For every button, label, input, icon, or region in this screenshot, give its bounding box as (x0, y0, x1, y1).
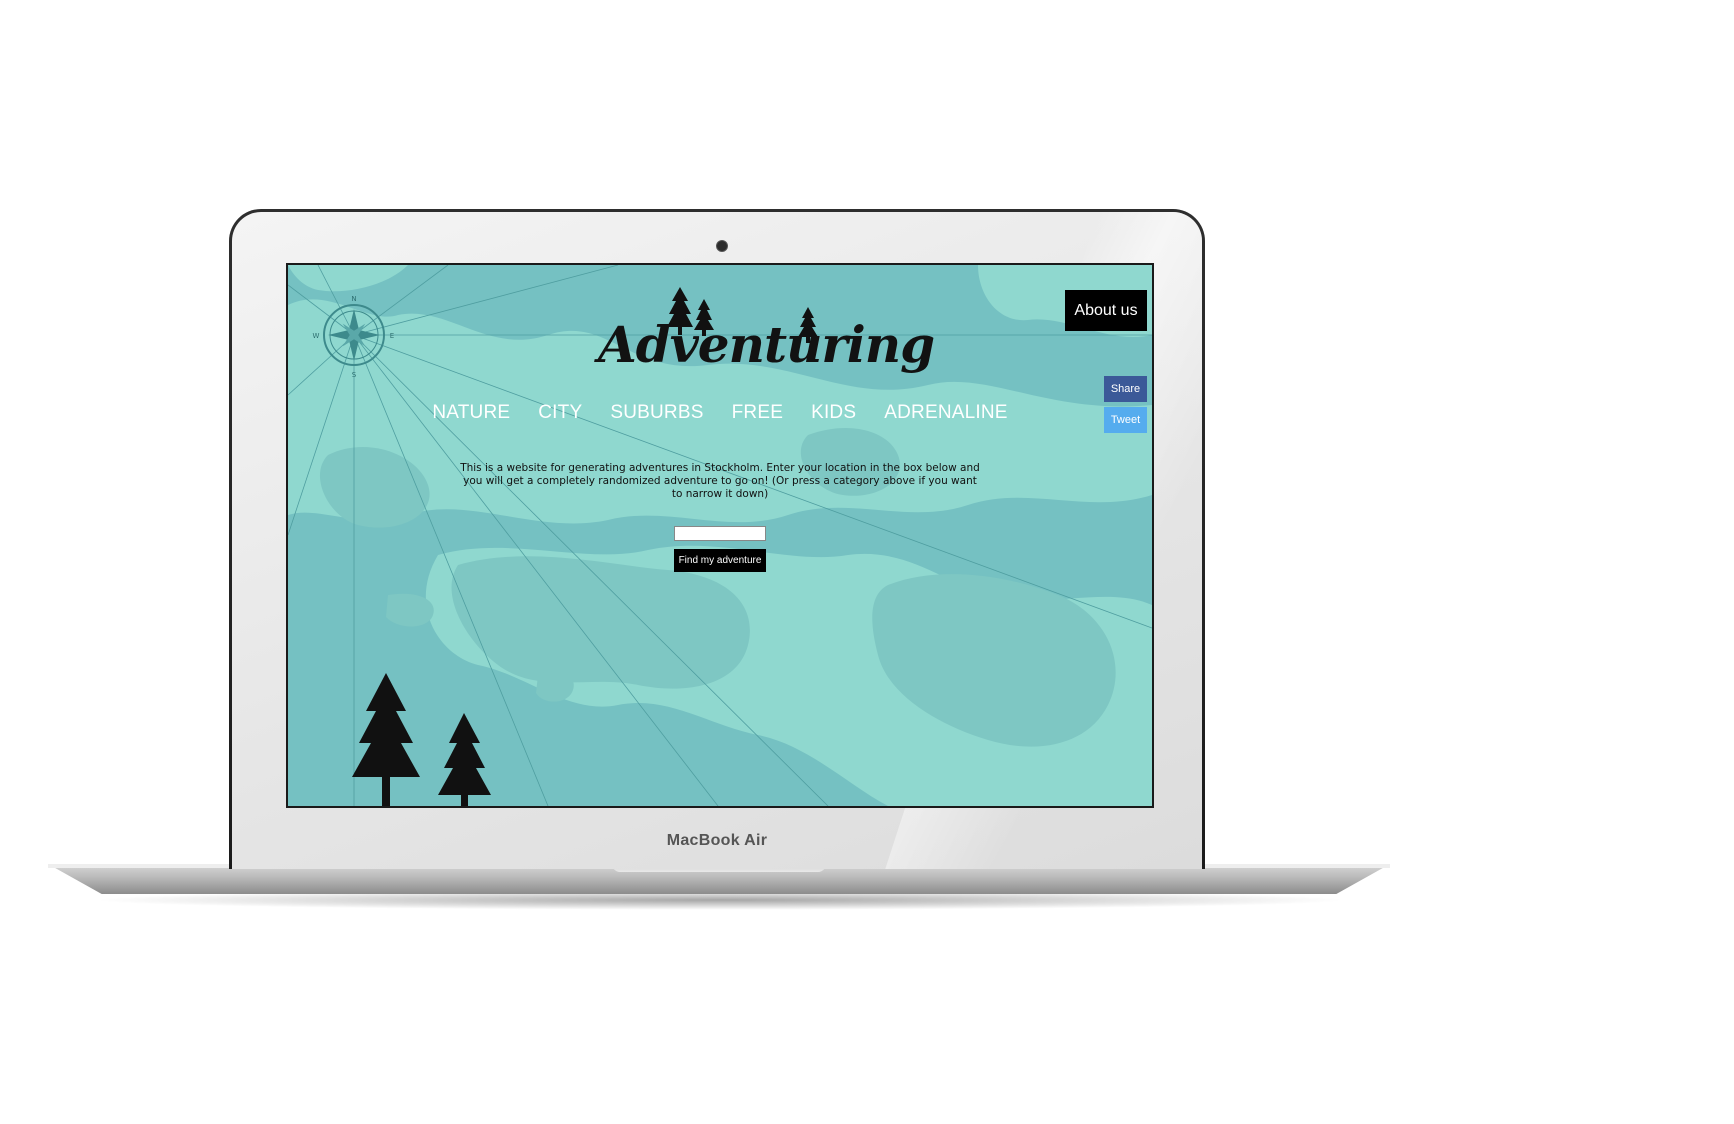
compass-e-label: E (390, 332, 394, 340)
compass-w-label: W (313, 332, 320, 340)
camera-icon (716, 240, 728, 252)
compass-s-label: S (352, 371, 357, 379)
facebook-share-button[interactable]: Share (1104, 376, 1147, 402)
category-nav: NATURE CITY SUBURBS FREE KIDS ADRENALINE (288, 402, 1152, 424)
about-us-button[interactable]: About us (1065, 290, 1147, 331)
site-logo[interactable]: Adventuring (598, 287, 935, 397)
nav-item-adrenaline[interactable]: ADRENALINE (884, 402, 1007, 424)
location-input[interactable] (674, 526, 766, 541)
compass-n-label: N (351, 295, 356, 303)
stage: MacBook Air N S E W Adventuring About us… (0, 0, 1734, 1124)
intro-text: This is a website for generating adventu… (460, 462, 980, 500)
laptop-brand-label: MacBook Air (666, 832, 768, 849)
nav-item-city[interactable]: CITY (538, 402, 582, 424)
nav-item-kids[interactable]: KIDS (811, 402, 856, 424)
website-screen: N S E W Adventuring About us Share Tweet… (286, 263, 1154, 808)
find-adventure-button[interactable]: Find my adventure (674, 549, 766, 572)
nav-item-free[interactable]: FREE (732, 402, 783, 424)
nav-item-suburbs[interactable]: SUBURBS (610, 402, 703, 424)
nav-item-nature[interactable]: NATURE (432, 402, 510, 424)
map-island-5 (536, 670, 574, 702)
logo-text: Adventuring (598, 315, 935, 374)
